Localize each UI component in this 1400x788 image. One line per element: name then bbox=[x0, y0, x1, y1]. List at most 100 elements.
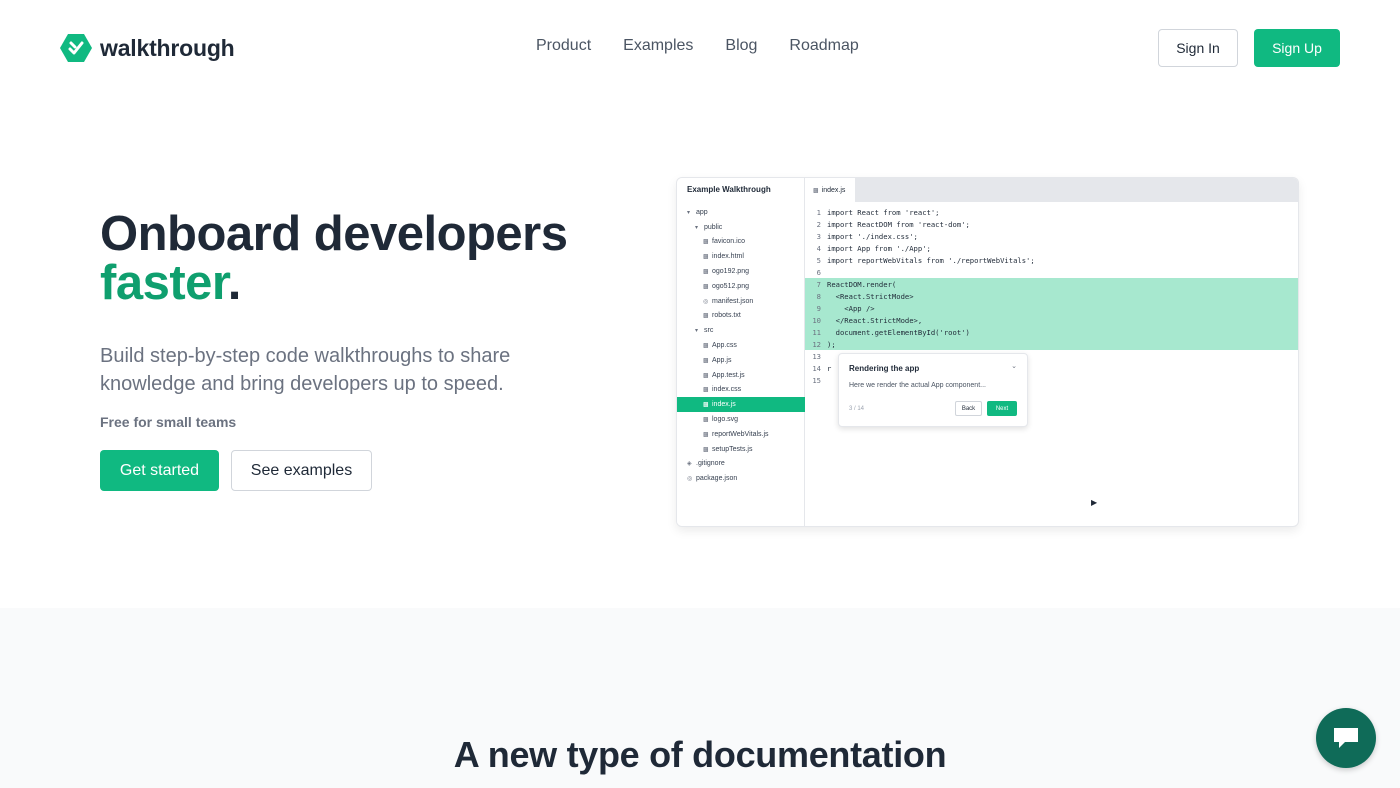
line-number: 11 bbox=[812, 327, 821, 337]
file-tree-item[interactable]: ▩ index.js bbox=[677, 397, 805, 413]
file-tree-item[interactable]: ▾ public bbox=[677, 220, 805, 235]
hero-title-accent: faster bbox=[100, 256, 228, 310]
file-tree-item[interactable]: ◎ package.json bbox=[677, 471, 805, 486]
code-text: import App from './App'; bbox=[827, 243, 931, 253]
file-tree-label: setupTests.js bbox=[712, 445, 753, 453]
line-number: 4 bbox=[816, 243, 821, 253]
file-tree-item[interactable]: ◎ manifest.json bbox=[677, 294, 805, 309]
json-file-icon: ◎ bbox=[687, 476, 693, 483]
file-icon: ▩ bbox=[703, 283, 709, 290]
file-tree-item[interactable]: ▩ index.css bbox=[677, 383, 805, 398]
code-line: 6 bbox=[805, 266, 1298, 278]
cursor-icon: ▶ bbox=[1091, 498, 1098, 507]
tooltip-body: Here we render the actual App component.… bbox=[849, 382, 986, 389]
file-tree-label: index.css bbox=[712, 386, 742, 394]
code-line: 11 document.getElementById('root') bbox=[805, 326, 1298, 338]
sidebar-title: Example Walkthrough bbox=[687, 185, 771, 194]
code-text: </React.StrictMode>, bbox=[827, 315, 923, 325]
file-tree: ▾ app ▾ public ▩ favicon.ico ▩ index.html ▩ ogo19… bbox=[677, 205, 805, 486]
code-line: 2 import ReactDOM from 'react-dom'; bbox=[805, 218, 1298, 230]
code-text: import React from 'react'; bbox=[827, 207, 940, 217]
file-tree-item[interactable]: ▾ app bbox=[677, 205, 805, 220]
file-tree-label: index.js bbox=[712, 401, 736, 409]
file-tree-label: robots.txt bbox=[712, 312, 741, 320]
tooltip-next-button[interactable]: Next bbox=[987, 401, 1017, 416]
file-tree-label: favicon.ico bbox=[712, 238, 746, 246]
main-nav: Product Examples Blog Roadmap bbox=[536, 37, 859, 55]
file-icon: ▩ bbox=[703, 343, 709, 350]
file-tree-item[interactable]: ▩ setupTests.js bbox=[677, 442, 805, 457]
file-icon: ▩ bbox=[703, 431, 709, 438]
section-title: A new type of documentation bbox=[453, 734, 947, 775]
line-number: 6 bbox=[816, 267, 821, 277]
code-line: 4 import App from './App'; bbox=[805, 242, 1298, 254]
code-line: 5 import reportWebVitals from './reportWe… bbox=[805, 254, 1298, 266]
file-tree-item[interactable]: ▾ src bbox=[677, 323, 805, 338]
nav-item-product[interactable]: Product bbox=[536, 37, 591, 55]
chat-bubble-icon[interactable] bbox=[1316, 708, 1376, 768]
file-tree-item[interactable]: ▩ ogo512.png bbox=[677, 279, 805, 294]
folder-icon: ▾ bbox=[695, 224, 699, 231]
code-text: import './index.css'; bbox=[827, 231, 918, 241]
file-icon: ▩ bbox=[703, 313, 709, 320]
file-icon: ▩ bbox=[703, 357, 709, 364]
chevron-down-icon[interactable]: ⌄ bbox=[1011, 362, 1017, 370]
sign-in-button[interactable]: Sign In bbox=[1158, 29, 1238, 67]
code-text: <React.StrictMode> bbox=[827, 291, 914, 301]
folder-icon: ▾ bbox=[695, 328, 699, 335]
line-number: 7 bbox=[816, 279, 821, 289]
file-icon: ▩ bbox=[703, 402, 709, 409]
tooltip-title: Rendering the app bbox=[849, 364, 920, 373]
brand-name: walkthrough bbox=[100, 34, 235, 61]
json-file-icon: ◎ bbox=[703, 298, 709, 305]
file-tree-item[interactable]: ▩ ogo192.png bbox=[677, 264, 805, 279]
file-tree-label: reportWebVitals.js bbox=[712, 430, 769, 438]
file-tree-item[interactable]: ▩ robots.txt bbox=[677, 309, 805, 324]
file-tree-item[interactable]: ◈ .gitignore bbox=[677, 457, 805, 472]
nav-item-roadmap[interactable]: Roadmap bbox=[789, 37, 858, 55]
file-tree-label: .gitignore bbox=[696, 460, 725, 468]
file-icon: ▩ bbox=[703, 239, 709, 246]
nav-item-blog[interactable]: Blog bbox=[725, 37, 757, 55]
file-tree-label: App.test.js bbox=[712, 371, 745, 379]
see-examples-button[interactable]: See examples bbox=[231, 450, 372, 491]
file-tree-item[interactable]: ▩ App.js bbox=[677, 353, 805, 368]
file-tree-label: ogo192.png bbox=[712, 268, 749, 276]
code-line: 10 </React.StrictMode>, bbox=[805, 314, 1298, 326]
get-started-button[interactable]: Get started bbox=[100, 450, 219, 491]
file-tree-item[interactable]: ▩ index.html bbox=[677, 249, 805, 264]
folder-icon: ▾ bbox=[687, 209, 691, 216]
brand-logo[interactable]: walkthrough bbox=[60, 32, 235, 64]
step-counter: 3 / 14 bbox=[849, 406, 865, 412]
sign-up-button[interactable]: Sign Up bbox=[1254, 29, 1340, 67]
code-text: ); bbox=[827, 339, 836, 349]
tooltip-back-button[interactable]: Back bbox=[955, 401, 982, 416]
file-tree-label: package.json bbox=[696, 475, 738, 483]
file-icon: ▩ bbox=[703, 372, 709, 379]
file-tree-item[interactable]: ▩ reportWebVitals.js bbox=[677, 427, 805, 442]
file-icon: ▩ bbox=[813, 187, 819, 194]
file-icon: ▩ bbox=[703, 387, 709, 394]
line-number: 13 bbox=[812, 351, 821, 361]
nav-item-examples[interactable]: Examples bbox=[623, 37, 693, 55]
file-tree-item[interactable]: ▩ App.test.js bbox=[677, 368, 805, 383]
file-tree-label: App.css bbox=[712, 342, 737, 350]
file-tree-label: app bbox=[696, 208, 708, 216]
code-text: <App /> bbox=[827, 303, 875, 313]
line-number: 14 bbox=[812, 363, 821, 373]
tab-index-js[interactable]: ▩ index.js bbox=[805, 178, 855, 202]
config-file-icon: ◈ bbox=[687, 461, 692, 468]
file-icon: ▩ bbox=[703, 417, 709, 424]
line-number: 15 bbox=[812, 375, 821, 385]
editor-tabbar: ▩ index.js bbox=[805, 178, 1298, 202]
file-tree-item[interactable]: ▩ logo.svg bbox=[677, 412, 805, 427]
file-icon: ▩ bbox=[703, 446, 709, 453]
file-tree-item[interactable]: ▩ App.css bbox=[677, 338, 805, 353]
file-tree-item[interactable]: ▩ favicon.ico bbox=[677, 235, 805, 250]
chat-glyph bbox=[1334, 728, 1358, 748]
file-icon: ▩ bbox=[703, 269, 709, 276]
line-number: 1 bbox=[816, 207, 821, 217]
line-number: 3 bbox=[816, 231, 821, 241]
line-number: 8 bbox=[816, 291, 821, 301]
code-text: document.getElementById('root') bbox=[827, 327, 970, 337]
